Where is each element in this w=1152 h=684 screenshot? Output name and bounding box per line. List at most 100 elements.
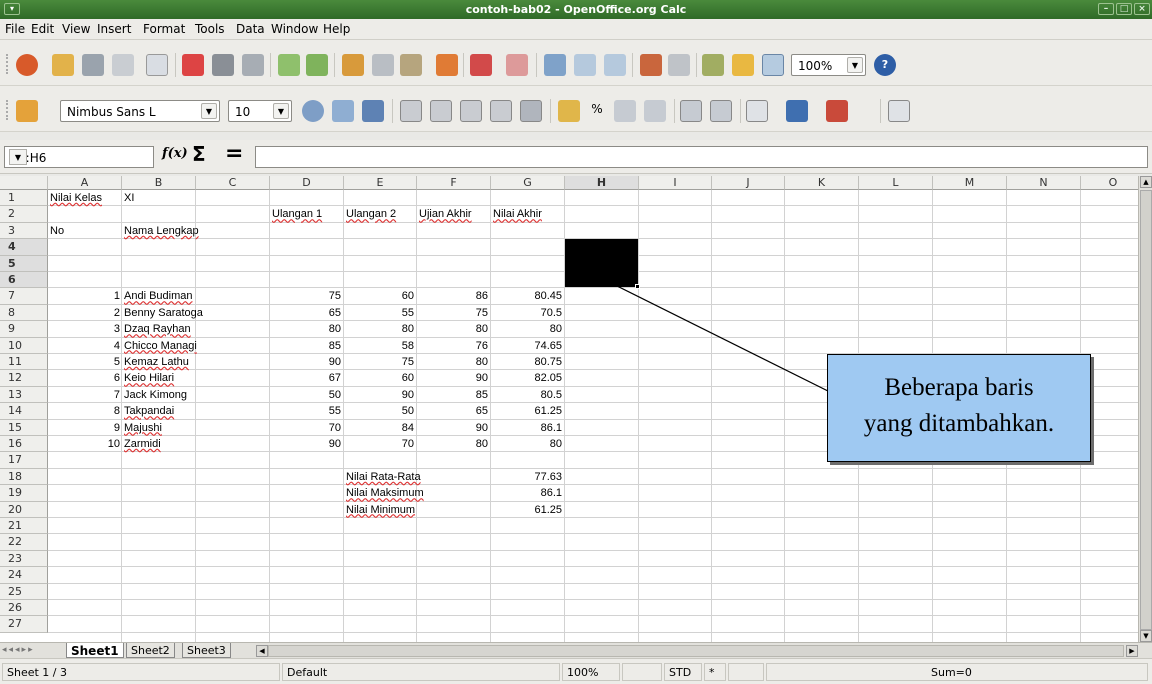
cell-b10[interactable]: Chicco Managi (124, 340, 197, 352)
cell-e19[interactable]: Nilai Maksimum (346, 487, 424, 499)
navigator-icon[interactable] (732, 54, 754, 76)
cell-b8[interactable]: Benny Saratoga (124, 307, 203, 319)
row-header-8[interactable]: 8 (0, 304, 48, 322)
pivot-table-icon[interactable] (668, 54, 690, 76)
scroll-left-icon[interactable]: ◀ (256, 645, 268, 657)
cell-a14[interactable]: 8 (50, 405, 120, 417)
cell-b11[interactable]: Kemaz Lathu (124, 356, 189, 368)
cell-f12[interactable]: 90 (419, 372, 488, 384)
help-icon[interactable]: ? (874, 54, 896, 76)
percent-icon[interactable]: % (586, 102, 608, 116)
column-header-l[interactable]: L (859, 176, 933, 190)
autospellcheck-icon[interactable] (306, 54, 328, 76)
column-header-i[interactable]: I (639, 176, 712, 190)
tab-sheet3[interactable]: Sheet3 (182, 643, 231, 658)
cell-e18[interactable]: Nilai Rata-Rata (346, 471, 421, 483)
cell-g19[interactable]: 86.1 (493, 487, 562, 499)
sort-ascending-icon[interactable] (574, 54, 596, 76)
standard-format-icon[interactable] (614, 100, 636, 122)
cell-a12[interactable]: 6 (50, 372, 120, 384)
menu-tools[interactable]: Tools (195, 22, 225, 36)
justify-icon[interactable] (490, 100, 512, 122)
row-header-11[interactable]: 11 (0, 354, 48, 371)
menu-data[interactable]: Data (236, 22, 265, 36)
zoom-select[interactable]: 100% ▼ (791, 54, 866, 76)
print-preview-icon[interactable] (242, 54, 264, 76)
show-draw-functions-icon[interactable] (888, 100, 910, 122)
tab-navigation-icons[interactable]: ◂◂◂▸▸ (2, 645, 66, 657)
currency-icon[interactable] (558, 100, 580, 122)
row-header-22[interactable]: 22 (0, 534, 48, 551)
sum-icon[interactable]: Σ (192, 142, 206, 166)
cell-b14[interactable]: Takpandai (124, 405, 174, 417)
font-size-select[interactable]: 10 ▼ (228, 100, 292, 122)
column-header-j[interactable]: J (712, 176, 785, 190)
row-header-15[interactable]: 15 (0, 419, 48, 436)
cell-g8[interactable]: 70.5 (493, 307, 562, 319)
cell-g16[interactable]: 80 (493, 438, 562, 450)
cell-e10[interactable]: 58 (346, 340, 414, 352)
toolbar-grip[interactable] (6, 100, 10, 120)
font-color-icon[interactable] (826, 100, 848, 122)
column-header-m[interactable]: M (933, 176, 1007, 190)
toolbar-grip[interactable] (6, 54, 10, 74)
row-header-3[interactable]: 3 (0, 222, 48, 240)
vertical-scrollbar[interactable]: ▲ ▼ (1138, 176, 1152, 642)
cell-d14[interactable]: 55 (272, 405, 341, 417)
row-header-4[interactable]: 4 (0, 239, 48, 256)
row-header-10[interactable]: 10 (0, 337, 48, 354)
redo-icon[interactable] (506, 54, 528, 76)
borders-icon[interactable] (746, 100, 768, 122)
maximize-icon[interactable]: □ (1116, 3, 1132, 15)
open-folder-icon[interactable] (52, 54, 74, 76)
menu-format[interactable]: Format (143, 22, 185, 36)
cell-a11[interactable]: 5 (50, 356, 120, 368)
cell-e8[interactable]: 55 (346, 307, 414, 319)
row-header-9[interactable]: 9 (0, 321, 48, 338)
scroll-right-icon[interactable]: ▶ (1126, 645, 1138, 657)
row-header-20[interactable]: 20 (0, 501, 48, 518)
cell-d8[interactable]: 65 (272, 307, 341, 319)
column-header-b[interactable]: B (122, 176, 196, 190)
cell-g9[interactable]: 80 (493, 323, 562, 335)
cell-d15[interactable]: 70 (272, 422, 341, 434)
font-name-select[interactable]: Nimbus Sans L ▼ (60, 100, 220, 122)
align-center-icon[interactable] (430, 100, 452, 122)
cell-a9[interactable]: 3 (50, 323, 120, 335)
row-header-18[interactable]: 18 (0, 468, 48, 486)
cell-e20[interactable]: Nilai Minimum (346, 504, 415, 516)
scroll-up-icon[interactable]: ▲ (1140, 176, 1152, 188)
fill-handle[interactable] (635, 284, 640, 290)
function-icon[interactable]: = (225, 141, 243, 166)
cell-b1[interactable]: XI (124, 192, 193, 204)
cell-d10[interactable]: 85 (272, 340, 341, 352)
row-header-14[interactable]: 14 (0, 403, 48, 420)
cell-e16[interactable]: 70 (346, 438, 414, 450)
cell-e14[interactable]: 50 (346, 405, 414, 417)
bold-icon[interactable] (302, 100, 324, 122)
cell-b15[interactable]: Majushi (124, 422, 162, 434)
minimize-icon[interactable]: – (1098, 3, 1114, 15)
row-header-26[interactable]: 26 (0, 600, 48, 617)
background-color-icon[interactable] (786, 100, 808, 122)
column-header-g[interactable]: G (491, 176, 565, 190)
undo-icon[interactable] (470, 54, 492, 76)
cell-d12[interactable]: 67 (272, 372, 341, 384)
name-box[interactable]: H4:H6 ▼ (4, 146, 154, 168)
cell-b13[interactable]: Jack Kimong (124, 389, 187, 401)
cell-g10[interactable]: 74.65 (493, 340, 562, 352)
cell-f13[interactable]: 85 (419, 389, 488, 401)
styles-formatting-icon[interactable] (16, 100, 38, 122)
column-header-a[interactable]: A (48, 176, 122, 190)
italic-icon[interactable] (332, 100, 354, 122)
cell-b7[interactable]: Andi Budiman (124, 290, 193, 302)
email-icon[interactable] (112, 54, 134, 76)
row-header-7[interactable]: 7 (0, 288, 48, 305)
cell-a15[interactable]: 9 (50, 422, 120, 434)
underline-icon[interactable] (362, 100, 384, 122)
cell-f15[interactable]: 90 (419, 422, 488, 434)
cell-d11[interactable]: 90 (272, 356, 341, 368)
increase-indent-icon[interactable] (710, 100, 732, 122)
cell-g13[interactable]: 80.5 (493, 389, 562, 401)
cell-a13[interactable]: 7 (50, 389, 120, 401)
